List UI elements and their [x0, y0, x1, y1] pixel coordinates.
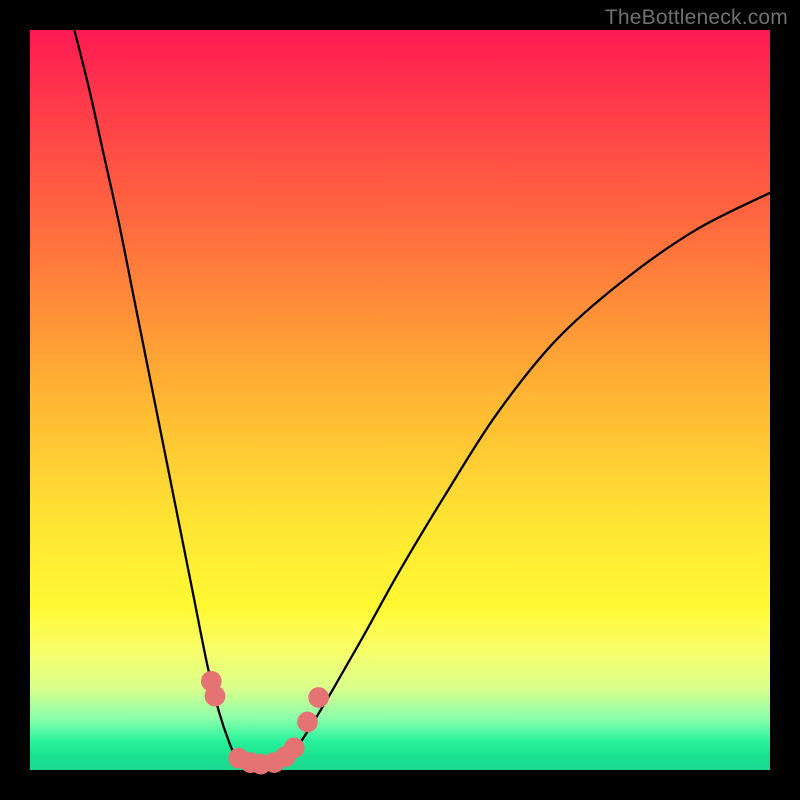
plot-area — [30, 30, 770, 770]
data-marker — [308, 687, 329, 708]
series-left-curve — [74, 30, 244, 763]
watermark-text: TheBottleneck.com — [605, 6, 788, 30]
marker-group — [201, 671, 329, 775]
chart-stage: TheBottleneck.com — [0, 0, 800, 800]
data-marker — [284, 737, 305, 758]
curve-group — [74, 30, 770, 766]
data-marker — [205, 686, 226, 707]
curve-svg — [30, 30, 770, 770]
series-right-curve — [282, 193, 770, 763]
data-marker — [297, 712, 318, 733]
